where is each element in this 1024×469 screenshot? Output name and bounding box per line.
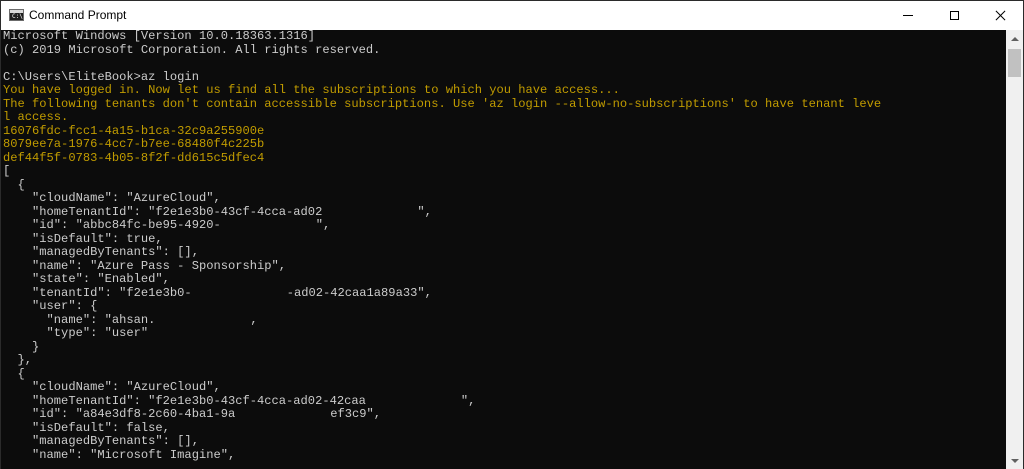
console-line-text: "homeTenantId": "f2e1e3b0-43cf-4cca-ad02…: [3, 393, 366, 408]
console-line: "managedByTenants": [],: [3, 434, 1006, 449]
minimize-button[interactable]: [885, 1, 931, 30]
console-line-text: {: [3, 366, 25, 381]
console-line: "isDefault": true,: [3, 231, 1006, 247]
console-line: You have logged in. Now let us find all …: [3, 83, 1006, 98]
console-line-suffix: -ad02-42caa1a89a33",: [286, 285, 432, 300]
console-line-text: "homeTenantId": "f2e1e3b0-43cf-4cca-ad02: [3, 204, 323, 219]
close-icon: [995, 10, 1006, 21]
console-line: {: [3, 366, 1006, 382]
console-line-suffix: ",: [315, 218, 331, 232]
scroll-up-button[interactable]: [1006, 30, 1023, 47]
console-line-text: "id": "a84e3df8-2c60-4ba1-9a: [3, 407, 236, 421]
console-line: def44f5f-0783-4b05-8f2f-dd615c5dfec4: [3, 150, 1006, 166]
console-output[interactable]: Microsoft Windows [Version 10.0.18363.13…: [1, 30, 1006, 469]
console-line-text: "type": "user": [3, 326, 149, 340]
console-line: 8079ee7a-1976-4cc7-b7ee-68480f4c225b: [3, 137, 1006, 152]
console-line: "id": "a84e3df8-2c60-4ba1-9a ef3c9",: [3, 407, 1006, 422]
console-line: Microsoft Windows [Version 10.0.18363.13…: [3, 30, 1006, 44]
minimize-icon: [903, 15, 913, 16]
console-line-text: Microsoft Windows [Version 10.0.18363.13…: [3, 30, 316, 43]
console-line-text: 8079ee7a-1976-4cc7-b7ee-68480f4c225b: [3, 137, 265, 151]
console-line-text: The following tenants don't contain acce…: [3, 96, 882, 111]
console-line: "homeTenantId": "f2e1e3b0-43cf-4cca-ad02…: [3, 393, 1006, 409]
console-line-text: {: [3, 177, 25, 192]
console-line: "user": {: [3, 299, 1006, 314]
console-line-text: "tenantId": "f2e1e3b0-: [3, 285, 192, 300]
console-line-text: },: [3, 353, 33, 367]
console-line-text: def44f5f-0783-4b05-8f2f-dd615c5dfec4: [3, 150, 265, 165]
console-line: },: [3, 353, 1006, 368]
title-bar[interactable]: C:\ Command Prompt: [1, 1, 1023, 30]
console-line-text: "managedByTenants": [],: [3, 434, 199, 448]
redacted-region: [365, 395, 461, 406]
console-line-text: "name": "ahsan.: [3, 312, 156, 327]
console-line: }: [3, 339, 1006, 355]
console-line-text: (c) 2019 Microsoft Corporation. All righ…: [3, 42, 381, 57]
console-line-text: "managedByTenants": [],: [3, 245, 199, 259]
console-line-text: "name": "Microsoft Imagine",: [3, 447, 236, 462]
console-line-text: [: [3, 164, 11, 178]
console-line: "state": "Enabled",: [3, 272, 1006, 287]
scrollbar-thumb[interactable]: [1008, 49, 1021, 77]
console-line-text: }: [3, 339, 40, 354]
console-line-text: "name": "Azure Pass - Sponsorship",: [3, 258, 287, 273]
console-line-text: "user": {: [3, 299, 98, 313]
console-line-text: You have logged in. Now let us find all …: [3, 83, 620, 97]
console-line-suffix: ,: [250, 312, 258, 327]
console-line: 16076fdc-fcc1-4a15-b1ca-32c9a255900e: [3, 123, 1006, 139]
console-line: [: [3, 164, 1006, 179]
console-line: {: [3, 177, 1006, 193]
console-text: Microsoft Windows [Version 10.0.18363.13…: [1, 30, 1006, 462]
console-line: "homeTenantId": "f2e1e3b0-43cf-4cca-ad02…: [3, 204, 1006, 220]
vertical-scrollbar[interactable]: [1006, 30, 1023, 469]
redacted-region: [322, 206, 418, 217]
console-line: "name": "ahsan.,: [3, 312, 1006, 328]
console-line: C:\Users\EliteBook>az login: [3, 69, 1006, 85]
console-line: The following tenants don't contain acce…: [3, 96, 1006, 112]
cmd-prompt-icon: C:\: [9, 9, 24, 21]
console-line: "cloudName": "AzureCloud",: [3, 191, 1006, 206]
redacted-region: [155, 314, 251, 325]
console-line-suffix: ",: [460, 393, 476, 408]
console-line: "id": "abbc84fc-be95-4920- ",: [3, 218, 1006, 233]
console-line-text: C:\Users\EliteBook>az login: [3, 69, 199, 84]
console-line: "name": "Azure Pass - Sponsorship",: [3, 258, 1006, 274]
console-line-text: "cloudName": "AzureCloud",: [3, 380, 221, 394]
redacted-region: [235, 408, 331, 419]
console-line-suffix: ef3c9",: [330, 407, 382, 421]
console-line: "tenantId": "f2e1e3b0- -ad02-42caa1a89a33…: [3, 285, 1006, 301]
console-line: "isDefault": false,: [3, 420, 1006, 436]
maximize-icon: [949, 11, 959, 20]
redacted-region: [220, 219, 316, 230]
console-line: (c) 2019 Microsoft Corporation. All righ…: [3, 42, 1006, 58]
console-line-text: "isDefault": false,: [3, 420, 170, 435]
scroll-down-button[interactable]: [1006, 452, 1023, 469]
console-line-text: "isDefault": true,: [3, 231, 163, 246]
maximize-button[interactable]: [931, 1, 977, 30]
window-title: Command Prompt: [29, 8, 127, 22]
console-line: "managedByTenants": [],: [3, 245, 1006, 260]
console-line: "type": "user": [3, 326, 1006, 341]
command-prompt-window: C:\ Command Prompt Microsoft Windows [Ve…: [0, 0, 1024, 469]
console-line-text: "id": "abbc84fc-be95-4920-: [3, 218, 221, 232]
console-line: "cloudName": "AzureCloud",: [3, 380, 1006, 395]
console-line-text: l access.: [3, 110, 69, 124]
console-line-text: "state": "Enabled",: [3, 272, 170, 286]
console-line-text: "cloudName": "AzureCloud",: [3, 191, 221, 205]
console-line: "name": "Microsoft Imagine",: [3, 447, 1006, 463]
console-line-suffix: ",: [417, 204, 432, 219]
redacted-region: [191, 287, 287, 298]
scroll-down-arrow-icon: [1010, 458, 1019, 463]
console-line-text: 16076fdc-fcc1-4a15-b1ca-32c9a255900e: [3, 123, 265, 138]
scroll-up-arrow-icon: [1010, 36, 1019, 41]
console-line: l access.: [3, 110, 1006, 125]
close-button[interactable]: [977, 1, 1023, 30]
